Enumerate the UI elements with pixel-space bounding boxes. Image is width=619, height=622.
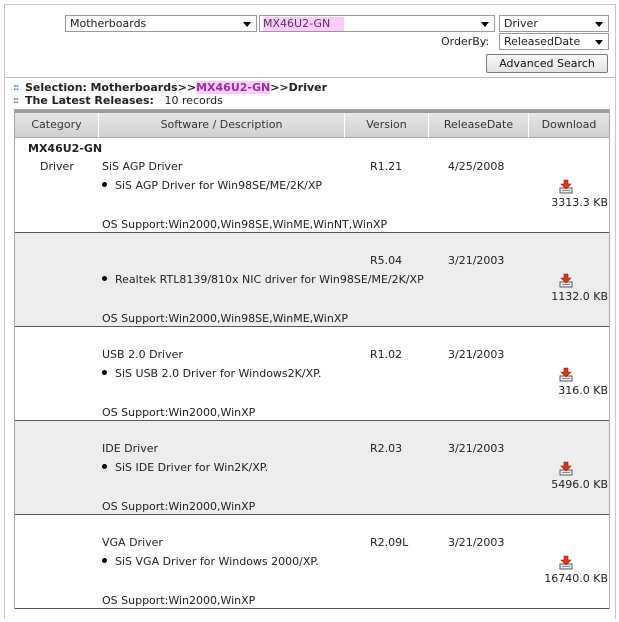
chevron-down-icon: [595, 40, 603, 45]
type-select[interactable]: Driver: [499, 15, 609, 32]
row-release-date: 3/21/2003: [448, 442, 505, 455]
column-header-software: Software / Description: [99, 113, 345, 138]
row-description-text: Realtek RTL8139/810x NIC driver for Win9…: [115, 273, 424, 286]
row-title: VGA Driver: [102, 536, 163, 549]
row-version: R2.09L: [370, 536, 409, 549]
row-description: Realtek RTL8139/810x NIC driver for Win9…: [102, 273, 424, 287]
orderby-select[interactable]: ReleasedDate: [499, 33, 609, 50]
model-select[interactable]: MX46U2-GN: [259, 15, 495, 32]
row-description: SiS VGA Driver for Windows 2000/XP.: [102, 555, 319, 569]
row-file-size: 5496.0 KB: [551, 478, 608, 491]
row-os-support: OS Support:Win2000,WinXP: [102, 406, 256, 419]
table-row: Driver SiS AGP Driver SiS AGP Driver for…: [15, 160, 609, 233]
row-release-date: 4/25/2008: [448, 160, 505, 173]
divider: [5, 77, 615, 78]
row-os-support: OS Support:Win2000,Win98SE,WinME,WinNT,W…: [102, 218, 388, 231]
row-version: R2.03: [370, 442, 403, 455]
table-row: USB 2.0 Driver SiS USB 2.0 Driver for Wi…: [15, 327, 609, 421]
square-bullet-icon: ::: [13, 83, 19, 93]
bullet-dot-icon: [102, 276, 107, 281]
chevron-down-icon: [243, 22, 251, 27]
table-row: Realtek RTL8139/810x NIC driver for Win9…: [15, 233, 609, 327]
type-select-value: Driver: [504, 17, 538, 30]
selection-type: >>Driver: [270, 81, 328, 94]
table-header: Category Software / Description Version …: [15, 110, 609, 138]
row-version: R1.21: [370, 160, 403, 173]
category-select-value: Motherboards: [70, 17, 147, 30]
selection-model: MX46U2-GN: [196, 81, 271, 94]
row-file-size: 316.0 KB: [558, 384, 608, 397]
row-file-size: 3313.3 KB: [551, 196, 608, 209]
download-icon[interactable]: [558, 179, 574, 195]
row-category: Driver: [40, 160, 74, 173]
bullet-dot-icon: [102, 558, 107, 563]
download-icon[interactable]: [558, 461, 574, 477]
column-header-version: Version: [345, 113, 429, 138]
records-count: 10 records: [164, 94, 223, 107]
row-release-date: 3/21/2003: [448, 254, 505, 267]
bullet-dot-icon: [102, 370, 107, 375]
selection-line: :: Selection: Motherboards>>MX46U2-GN>>Dr…: [13, 81, 327, 95]
row-os-support: OS Support:Win2000,WinXP: [102, 500, 256, 513]
row-title: SiS AGP Driver: [102, 160, 183, 173]
row-version: R1.02: [370, 348, 403, 361]
column-header-releasedate: ReleaseDate: [429, 113, 529, 138]
table-row: VGA Driver SiS VGA Driver for Windows 20…: [15, 515, 609, 609]
bullet-dot-icon: [102, 182, 107, 187]
row-description-text: SiS VGA Driver for Windows 2000/XP.: [115, 555, 319, 568]
download-icon[interactable]: [558, 367, 574, 383]
row-description: SiS USB 2.0 Driver for Windows2K/XP.: [102, 367, 322, 381]
orderby-select-value: ReleasedDate: [504, 35, 581, 48]
row-file-size: 1132.0 KB: [551, 290, 608, 303]
selection-label: Selection:: [25, 81, 87, 94]
download-panel: Motherboards MX46U2-GN Driver OrderBy: R…: [4, 4, 616, 619]
row-release-date: 3/21/2003: [448, 536, 505, 549]
row-os-support: OS Support:Win2000,WinXP: [102, 594, 256, 607]
bullet-dot-icon: [102, 464, 107, 469]
row-os-support: OS Support:Win2000,Win98SE,WinME,WinXP: [102, 312, 349, 325]
table-row: IDE Driver SiS IDE Driver for Win2K/XP. …: [15, 421, 609, 515]
square-bullet-icon: ::: [13, 96, 19, 106]
selection-category: Motherboards>>: [90, 81, 197, 94]
download-icon[interactable]: [558, 273, 574, 289]
download-icon[interactable]: [558, 555, 574, 571]
column-header-download: Download: [541, 118, 597, 131]
row-description-text: SiS USB 2.0 Driver for Windows2K/XP.: [115, 367, 322, 380]
row-description: SiS IDE Driver for Win2K/XP.: [102, 461, 268, 475]
chevron-down-icon: [595, 22, 603, 27]
latest-releases-label: The Latest Releases:: [25, 94, 154, 107]
row-description-text: SiS AGP Driver for Win98SE/ME/2K/XP: [115, 179, 323, 192]
model-select-value: MX46U2-GN: [263, 17, 345, 31]
orderby-label: OrderBy:: [441, 35, 490, 48]
row-version: R5.04: [370, 254, 403, 267]
row-description-text: SiS IDE Driver for Win2K/XP.: [115, 461, 269, 474]
chevron-down-icon: [481, 22, 489, 27]
category-select[interactable]: Motherboards: [65, 15, 257, 32]
group-heading: MX46U2-GN: [28, 142, 103, 155]
results-table: Category Software / Description Version …: [14, 109, 610, 609]
row-release-date: 3/21/2003: [448, 348, 505, 361]
row-title: USB 2.0 Driver: [102, 348, 183, 361]
advanced-search-button[interactable]: Advanced Search: [486, 54, 608, 73]
row-title: IDE Driver: [102, 442, 159, 455]
row-description: SiS AGP Driver for Win98SE/ME/2K/XP: [102, 179, 322, 193]
row-file-size: 16740.0 KB: [544, 572, 608, 585]
column-header-category: Category: [15, 113, 99, 138]
latest-releases-line: :: The Latest Releases: 10 records: [13, 94, 223, 108]
